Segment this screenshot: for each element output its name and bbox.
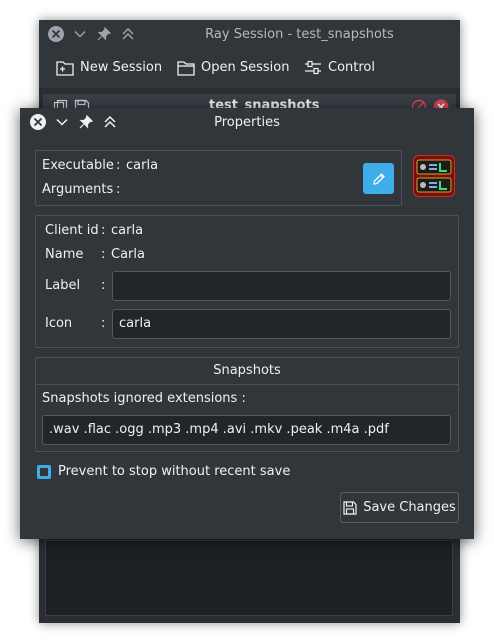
arguments-label: Arguments [42, 182, 114, 197]
name-label: Name [45, 247, 84, 262]
main-toolbar: New Session Open Session Control [39, 48, 460, 88]
properties-dialog: Properties Executable : carla Arguments … [20, 108, 474, 539]
main-window-title: Ray Session - test_snapshots [205, 27, 394, 42]
pin-icon[interactable] [97, 27, 111, 41]
snapshots-ignored-input[interactable]: .wav .flac .ogg .mp3 .mp4 .avi .mkv .pea… [42, 415, 451, 445]
prevent-stop-label[interactable]: Prevent to stop without recent save [58, 464, 290, 479]
chevron-down-icon[interactable] [73, 27, 87, 41]
control-button[interactable]: Control [304, 59, 375, 76]
label-input[interactable] [112, 271, 451, 301]
client-id-label: Client id [45, 223, 99, 238]
snapshots-ignored-label: Snapshots ignored extensions : [42, 391, 246, 406]
label-label: Label [45, 278, 81, 293]
close-icon[interactable] [47, 25, 65, 43]
new-session-button[interactable]: New Session [56, 59, 162, 76]
snapshots-title: Snapshots [213, 363, 281, 378]
folder-icon [177, 61, 195, 76]
prevent-stop-checkbox[interactable] [37, 465, 51, 479]
dialog-titlebar: Properties [20, 108, 474, 136]
session-client-area [45, 540, 453, 616]
snapshots-divider [36, 384, 458, 385]
new-folder-icon [56, 61, 74, 76]
name-separator: : [101, 247, 106, 262]
main-titlebar: Ray Session - test_snapshots [39, 20, 460, 48]
label-separator: : [101, 278, 106, 293]
executable-value: carla [126, 158, 159, 173]
carla-app-icon [413, 155, 455, 197]
save-changes-button[interactable]: Save Changes [340, 492, 459, 523]
save-changes-label: Save Changes [363, 500, 456, 515]
executable-label: Executable [42, 158, 114, 173]
executable-separator: : [116, 158, 121, 173]
icon-input[interactable]: carla [112, 309, 451, 339]
client-id-value: carla [111, 223, 144, 238]
checkmark-icon [40, 468, 48, 476]
dialog-title: Properties [214, 115, 280, 130]
open-session-label: Open Session [201, 60, 290, 75]
icon-separator: : [101, 316, 106, 331]
keep-above-icon[interactable] [121, 26, 135, 42]
arguments-separator: : [116, 182, 121, 197]
name-value: Carla [111, 247, 145, 262]
open-session-button[interactable]: Open Session [177, 59, 289, 76]
pencil-icon [372, 172, 385, 185]
edit-executable-button[interactable] [363, 163, 394, 194]
icon-label: Icon [45, 316, 73, 331]
save-icon [343, 500, 357, 515]
new-session-label: New Session [80, 60, 163, 75]
controls-icon [305, 60, 321, 75]
control-label: Control [328, 60, 375, 75]
client-id-separator: : [101, 223, 106, 238]
